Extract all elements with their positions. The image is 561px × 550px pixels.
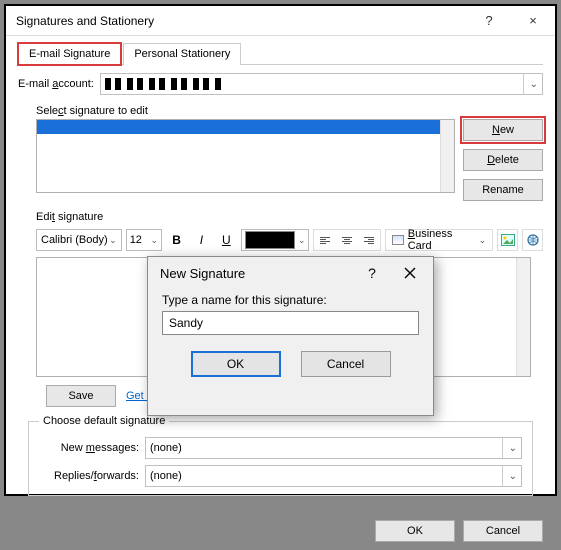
chevron-down-icon: ⌄ [109,235,117,246]
dialog-footer: OK Cancel [6,512,555,550]
font-combo[interactable]: Calibri (Body)⌄ [36,229,122,251]
align-right-button[interactable] [358,230,380,250]
modal-cancel-button[interactable]: Cancel [301,351,391,377]
signature-name-input[interactable] [162,311,419,335]
modal-prompt: Type a name for this signature: [162,293,419,307]
tab-strip: E-mail Signature Personal Stationery [18,42,543,65]
titlebar: Signatures and Stationery ? × [6,6,555,36]
delete-button[interactable]: Delete [463,149,543,171]
help-button[interactable]: ? [467,6,511,36]
new-signature-dialog: New Signature ? Type a name for this sig… [147,256,434,416]
default-signature-group: Choose default signature New messages: (… [28,415,533,496]
new-button[interactable]: New [463,119,543,141]
tab-email-signature[interactable]: E-mail Signature [18,43,121,65]
edit-signature-label: Edit signature [36,211,543,223]
picture-icon [501,234,515,246]
business-card-button[interactable]: Business Card ⌄ [385,229,493,251]
chevron-down-icon: ⌄ [502,438,517,458]
rename-button[interactable]: Rename [463,179,543,201]
modal-title: New Signature [160,266,353,281]
select-signature-label: Select signature to edit [36,105,543,117]
link-icon [526,234,540,246]
chevron-down-icon: ⌄ [523,74,538,94]
default-signature-legend: Choose default signature [39,415,169,427]
email-account-value [105,78,225,90]
scrollbar[interactable] [440,120,454,192]
new-messages-label: New messages: [39,442,139,454]
modal-close-button[interactable] [391,259,429,287]
window-title: Signatures and Stationery [6,14,467,28]
listbox-selection [37,120,440,134]
cancel-button[interactable]: Cancel [463,520,543,542]
font-size-combo[interactable]: 12⌄ [126,229,162,251]
align-center-button[interactable] [336,230,358,250]
italic-button[interactable]: I [191,229,212,251]
email-account-label: E-mail account: [18,78,94,90]
editor-toolbar: Calibri (Body)⌄ 12⌄ B I U ⌄ [18,227,543,253]
replies-forwards-label: Replies/forwards: [39,470,139,482]
tab-personal-stationery[interactable]: Personal Stationery [123,43,241,65]
email-account-combo[interactable]: ⌄ [100,73,543,95]
chevron-down-icon: ⌄ [151,235,159,246]
signature-listbox[interactable] [36,119,455,193]
signatures-dialog: Signatures and Stationery ? × E-mail Sig… [6,6,555,494]
business-card-icon [392,235,403,245]
chevron-down-icon: ⌄ [298,235,306,246]
color-swatch [245,231,295,249]
modal-help-button[interactable]: ? [353,259,391,287]
scrollbar[interactable] [516,258,530,376]
insert-picture-button[interactable] [497,229,518,251]
modal-ok-button[interactable]: OK [191,351,281,377]
replies-forwards-combo[interactable]: (none) ⌄ [145,465,522,487]
modal-titlebar: New Signature ? [148,257,433,289]
underline-button[interactable]: U [216,229,237,251]
align-right-icon [364,237,374,244]
align-left-button[interactable] [314,230,336,250]
align-left-icon [320,237,330,244]
close-icon [404,267,416,279]
bold-button[interactable]: B [166,229,187,251]
align-center-icon [342,237,352,244]
save-button[interactable]: Save [46,385,116,407]
chevron-down-icon: ⌄ [479,235,487,246]
close-button[interactable]: × [511,6,555,36]
chevron-down-icon: ⌄ [502,466,517,486]
insert-hyperlink-button[interactable] [522,229,543,251]
font-color-picker[interactable]: ⌄ [241,229,310,251]
new-messages-combo[interactable]: (none) ⌄ [145,437,522,459]
ok-button[interactable]: OK [375,520,455,542]
